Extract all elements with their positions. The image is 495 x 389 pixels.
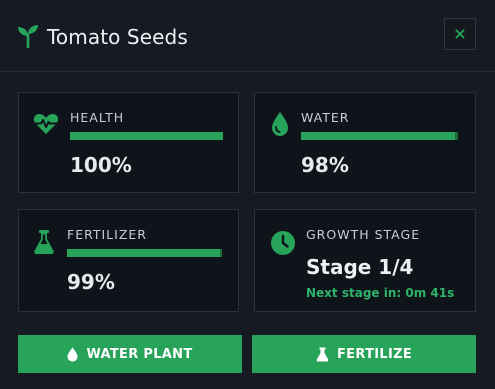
page-title: Tomato Seeds: [47, 25, 188, 49]
flask-icon: [316, 347, 329, 362]
health-bar: [70, 132, 223, 140]
health-card: HEALTH 100%: [18, 92, 239, 193]
water-bar: [301, 132, 458, 140]
fertilizer-label: FERTILIZER: [67, 227, 147, 242]
water-value: 98%: [301, 153, 349, 177]
flask-icon: [33, 229, 55, 259]
close-button[interactable]: ×: [444, 18, 476, 50]
sprout-icon: [17, 24, 39, 49]
growth-label: GROWTH STAGE: [306, 227, 421, 242]
fertilizer-value: 99%: [67, 270, 115, 294]
water-drop-icon: [271, 111, 289, 141]
fertilize-button[interactable]: FERTILIZE: [252, 335, 476, 373]
water-card: WATER 98%: [254, 92, 476, 193]
water-plant-button[interactable]: WATER PLANT: [18, 335, 242, 373]
fertilizer-bar-fill: [67, 249, 221, 257]
health-label: HEALTH: [70, 110, 125, 125]
health-bar-fill: [70, 132, 223, 140]
water-bar-fill: [301, 132, 455, 140]
health-value: 100%: [70, 153, 132, 177]
heartbeat-icon: [33, 113, 59, 139]
fertilize-label: FERTILIZE: [336, 346, 413, 362]
fertilizer-card: FERTILIZER 99%: [18, 209, 239, 312]
water-plant-label: WATER PLANT: [86, 346, 193, 362]
growth-stage-value: Stage 1/4: [306, 255, 414, 279]
panel-header: Tomato Seeds ×: [0, 0, 495, 72]
plant-panel: Tomato Seeds × HEALTH 100% WATER 98% FER…: [0, 0, 495, 389]
growth-card: GROWTH STAGE Stage 1/4 Next stage in: 0m…: [254, 209, 476, 312]
close-icon: ×: [453, 24, 467, 43]
water-drop-icon: [67, 347, 78, 362]
water-label: WATER: [301, 110, 350, 125]
clock-icon: [270, 230, 296, 260]
growth-next-timer: Next stage in: 0m 41s: [306, 286, 455, 300]
fertilizer-bar: [67, 249, 222, 257]
